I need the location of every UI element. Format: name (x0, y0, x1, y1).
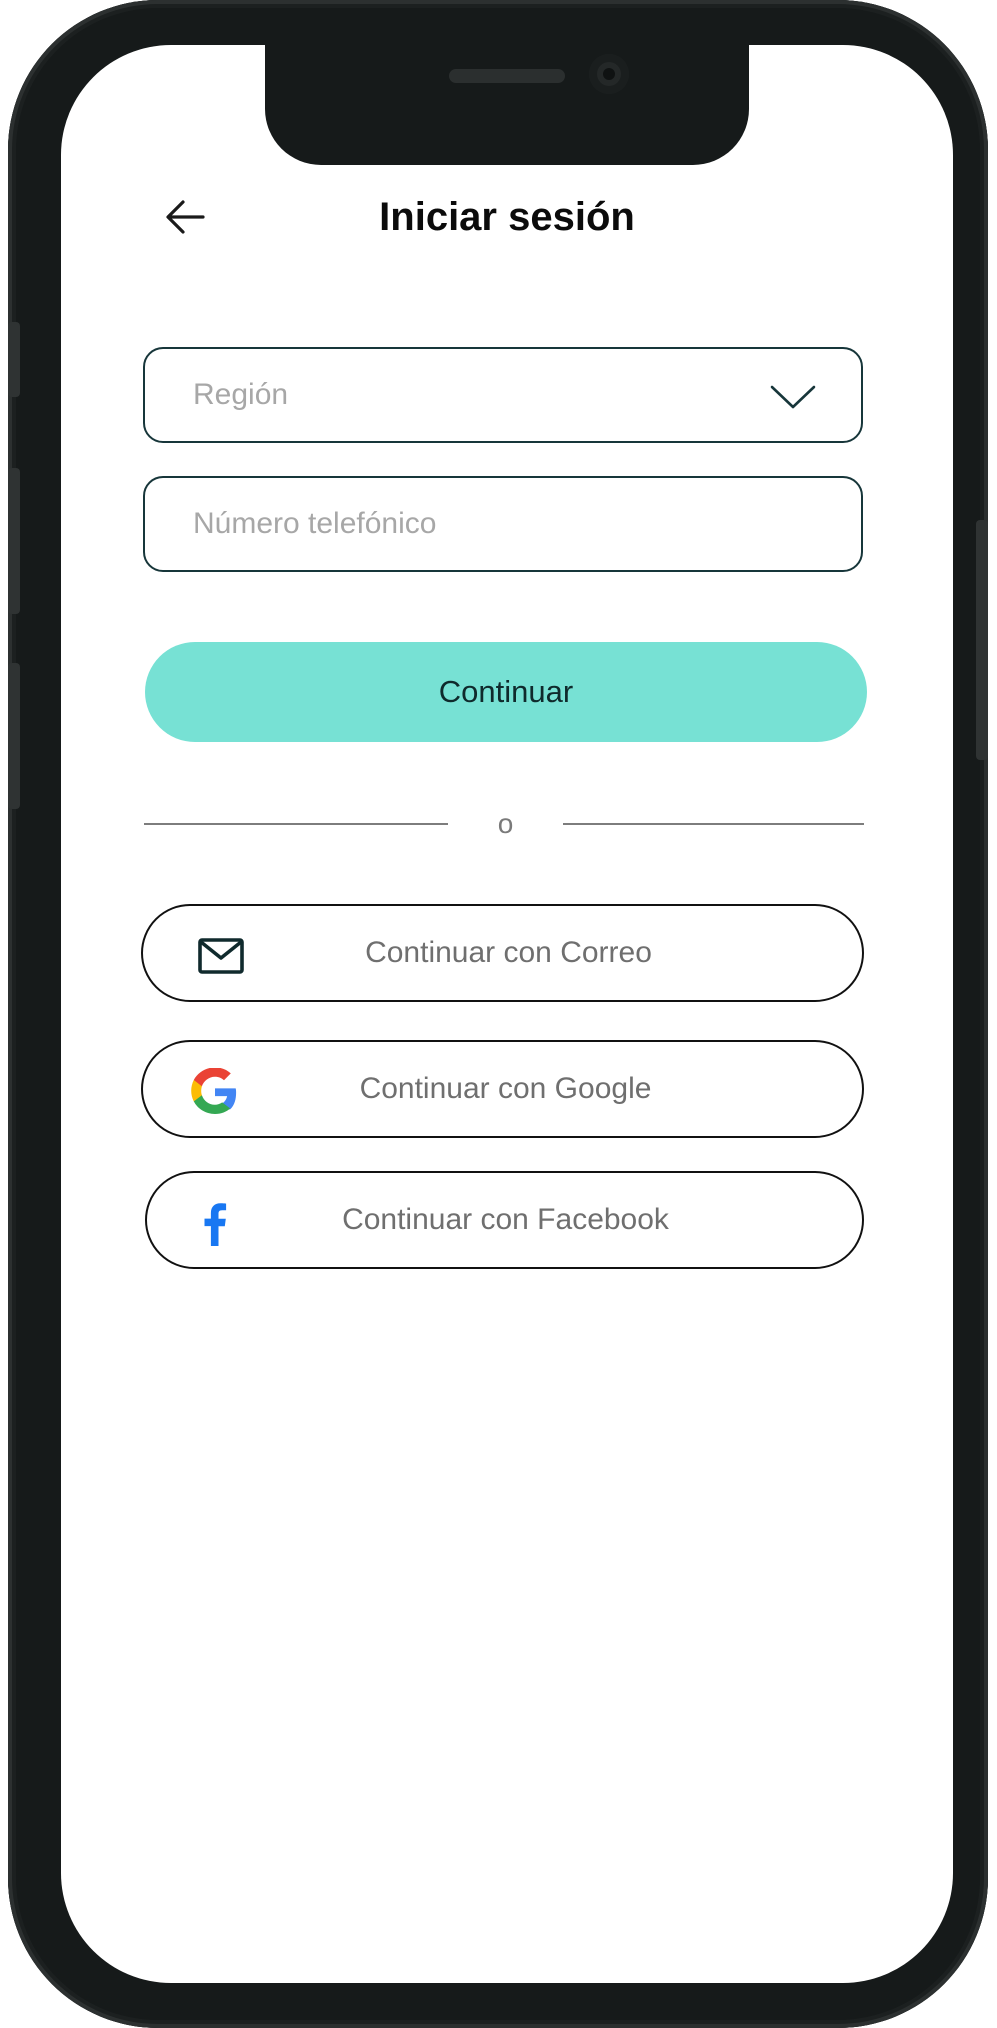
front-camera (589, 54, 629, 94)
google-button-label: Continuar con Google (359, 1072, 652, 1105)
continue-with-facebook-button[interactable]: Continuar con Facebook (145, 1171, 864, 1269)
phone-input[interactable] (193, 507, 793, 541)
divider-line-left (144, 823, 448, 825)
google-icon (191, 1068, 237, 1114)
phone-frame: Iniciar sesión Región Continuar o Contin… (8, 0, 988, 2028)
facebook-icon (204, 1203, 227, 1246)
continue-with-google-button[interactable]: Continuar con Google (141, 1040, 864, 1138)
power-button (976, 520, 988, 760)
page-title: Iniciar sesión (379, 195, 635, 239)
volume-up-button (8, 468, 20, 614)
volume-down-button (8, 663, 20, 809)
mute-switch (8, 322, 20, 397)
speaker-grille (449, 69, 565, 83)
region-select[interactable]: Región (143, 347, 863, 443)
continue-button[interactable]: Continuar (145, 642, 867, 742)
email-button-label: Continuar con Correo (365, 936, 652, 969)
facebook-button-label: Continuar con Facebook (342, 1203, 669, 1236)
phone-field[interactable] (143, 476, 863, 572)
screen: Iniciar sesión Región Continuar o Contin… (61, 45, 953, 1983)
mail-icon (198, 938, 244, 974)
chevron-down-icon (770, 385, 816, 409)
divider-line-right (563, 823, 864, 825)
divider-text: o (497, 808, 514, 839)
notch (265, 45, 749, 165)
region-placeholder: Región (193, 378, 289, 411)
continue-with-email-button[interactable]: Continuar con Correo (141, 904, 864, 1002)
